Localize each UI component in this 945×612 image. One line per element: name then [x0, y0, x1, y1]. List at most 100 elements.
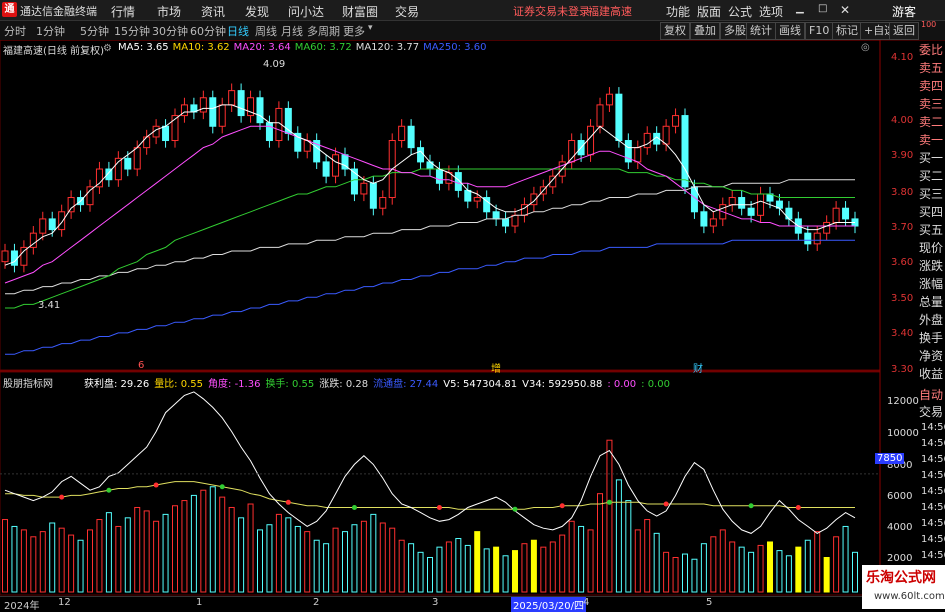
candle-body	[67, 197, 75, 213]
candle-body	[124, 157, 132, 170]
menu-faxian[interactable]: 发现	[245, 3, 269, 20]
tab-weekly[interactable]: 周线	[255, 23, 277, 39]
sub-legend-item: 获利盘: 29.26	[84, 379, 150, 390]
volume-bar	[49, 522, 56, 593]
quote-panel-row[interactable]: 买一	[919, 150, 945, 167]
sub-legend-item: V34: 592950.88	[522, 379, 603, 390]
chart-canvas[interactable]	[0, 40, 945, 596]
profit-line	[4, 391, 856, 534]
price-tick: 3.30	[891, 364, 914, 375]
candle-body	[435, 168, 443, 184]
main-chart-title: 福建高速(日线 前复权)	[3, 46, 104, 57]
menu-caifuquan[interactable]: 财富圈	[342, 3, 378, 20]
quote-panel-row[interactable]: 委比	[919, 42, 945, 59]
fuquan-button[interactable]: 复权	[660, 22, 690, 40]
login-notice[interactable]: 证券交易未登录	[513, 3, 590, 19]
tab-30min[interactable]: 30分钟	[152, 23, 188, 39]
trade-time: 14:56	[921, 502, 945, 513]
volume-bar	[521, 543, 528, 593]
chart-options-icon[interactable]: ◎	[861, 42, 870, 53]
x-axis-bar: 2024年 12 1 2 3 2025/03/20/四 4 5	[0, 596, 945, 612]
x-tick: 2	[313, 597, 320, 608]
tab-fenshi[interactable]: 分时	[4, 23, 26, 39]
volume-bar	[852, 551, 858, 593]
candle-body	[473, 197, 481, 202]
back-button[interactable]: 返回	[889, 22, 919, 40]
tab-multi-period[interactable]: 多周期	[307, 23, 340, 39]
menu-shichang[interactable]: 市场	[157, 3, 181, 20]
tab-daily[interactable]: 日线	[227, 23, 249, 39]
sub-chart-title: 股朋指标网	[3, 379, 53, 390]
quote-panel-row[interactable]: 外盘	[919, 312, 945, 329]
auto-label[interactable]: 自动	[919, 386, 943, 403]
price-tick: 4.00	[891, 115, 914, 126]
volume-bar	[20, 529, 27, 593]
tongji-button[interactable]: 统计	[746, 22, 776, 40]
trade-label[interactable]: 交易	[919, 403, 943, 420]
quote-panel-row[interactable]: 买四	[919, 204, 945, 221]
quote-panel-row[interactable]: 总量	[919, 294, 945, 311]
quote-panel-row[interactable]: 卖三	[919, 96, 945, 113]
quote-panel-row[interactable]: 买五	[919, 222, 945, 239]
tab-5min[interactable]: 5分钟	[80, 23, 109, 39]
huaxian-button[interactable]: 画线	[775, 22, 805, 40]
candle-body	[596, 104, 604, 127]
candle-body	[332, 154, 340, 177]
quote-panel-row[interactable]: 卖五	[919, 60, 945, 77]
candle-body	[728, 197, 736, 206]
menu-jiaoyi[interactable]: 交易	[395, 3, 419, 20]
candle-body	[832, 207, 840, 223]
volume-bar	[757, 544, 764, 593]
tab-60min[interactable]: 60分钟	[190, 23, 226, 39]
cross-marker	[748, 503, 754, 509]
price-tick: 3.50	[891, 293, 914, 304]
quote-panel-row[interactable]: 现价	[919, 240, 945, 257]
quote-panel-row[interactable]: 涨幅	[919, 276, 945, 293]
event-marker[interactable]: 6	[138, 360, 144, 371]
quote-panel-row[interactable]: 买二	[919, 168, 945, 185]
ma-line-ma60	[5, 168, 855, 309]
quote-panel-row[interactable]: 收益	[919, 366, 945, 383]
quote-panel-row[interactable]: 卖一	[919, 132, 945, 149]
quote-panel-row[interactable]: 卖四	[919, 78, 945, 95]
quote-panel-row[interactable]: 净资	[919, 348, 945, 365]
watermark-url: www.60lt.com	[874, 591, 945, 602]
menu-gongneng[interactable]: 功能	[666, 3, 690, 20]
tab-monthly[interactable]: 月线	[281, 23, 303, 39]
tab-more[interactable]: 更多	[343, 23, 365, 39]
volume-tick: 12000	[887, 396, 919, 407]
menu-banmian[interactable]: 版面	[697, 3, 721, 20]
volume-bar	[634, 529, 641, 593]
menu-gongshi[interactable]: 公式	[728, 3, 752, 20]
volume-bar	[105, 512, 112, 593]
diejia-button[interactable]: 叠加	[690, 22, 720, 40]
quote-panel-row[interactable]: 卖二	[919, 114, 945, 131]
minimize-icon[interactable]: ▁	[796, 3, 804, 14]
volume-bar	[606, 439, 613, 593]
quote-panel-row[interactable]: 买三	[919, 186, 945, 203]
settings-gear-icon[interactable]: ⚙	[103, 43, 112, 54]
menu-xuanxiang[interactable]: 选项	[759, 3, 783, 20]
f10-button[interactable]: F10	[805, 22, 834, 40]
tab-1min[interactable]: 1分钟	[36, 23, 65, 39]
menu-hangqing[interactable]: 行情	[111, 3, 135, 20]
quote-panel-row[interactable]: 涨跌	[919, 258, 945, 275]
volume-bar	[814, 531, 821, 593]
menu-zixun[interactable]: 资讯	[201, 3, 225, 20]
quote-panel-row[interactable]: 换手	[919, 330, 945, 347]
volume-bar	[209, 486, 216, 593]
candle-body	[662, 125, 670, 145]
guest-label[interactable]: 游客	[892, 3, 916, 20]
menu-wenxiaoda[interactable]: 问小达	[288, 3, 324, 20]
close-icon[interactable]: ✕	[840, 3, 850, 17]
tab-15min[interactable]: 15分钟	[114, 23, 150, 39]
event-marker[interactable]: 增	[491, 360, 501, 375]
chevron-down-icon[interactable]: ▾	[368, 23, 373, 33]
ma-legend-item: MA5: 3.65	[118, 42, 169, 53]
cross-marker	[559, 503, 565, 509]
event-marker[interactable]: 财	[693, 360, 703, 375]
candle-body	[842, 207, 850, 220]
biaoji-button[interactable]: 标记	[832, 22, 862, 40]
candle-body	[823, 221, 831, 234]
maximize-icon[interactable]: □	[818, 3, 827, 14]
